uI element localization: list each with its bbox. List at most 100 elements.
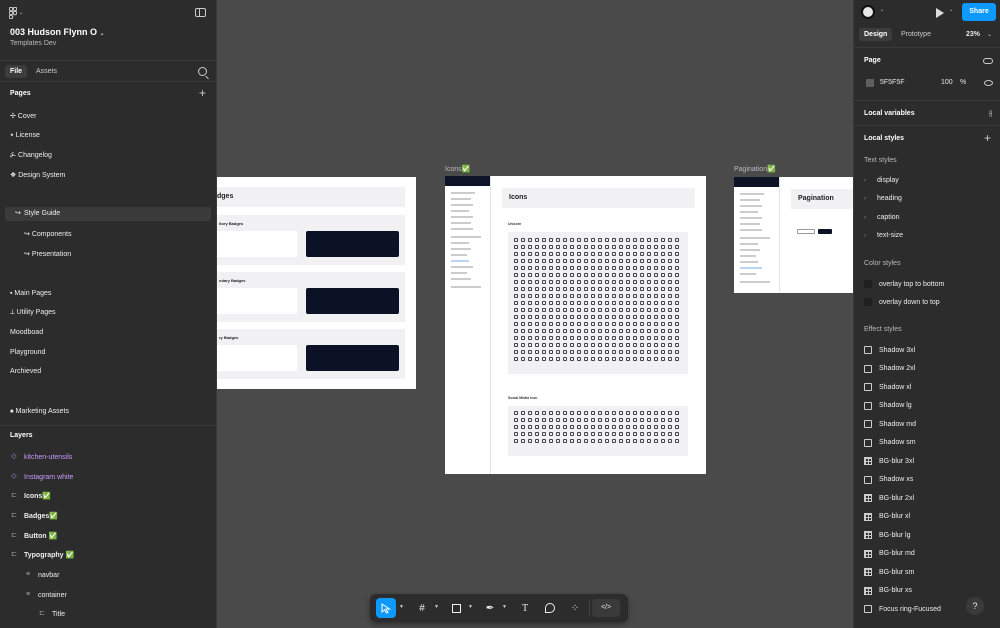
dev-mode-toggle[interactable]: </> — [592, 599, 620, 617]
frame-pagination-label[interactable]: Pagination✅ — [734, 165, 776, 173]
style-item[interactable]: Shadow sm — [864, 438, 916, 447]
layer-item[interactable]: ◇ kitchen-utensils — [10, 453, 72, 461]
page-color-hex[interactable]: 5F5F5F — [880, 79, 905, 86]
style-item[interactable]: Shadow 3xl — [864, 346, 915, 354]
tab-prototype[interactable]: Prototype — [896, 28, 936, 41]
add-style-icon[interactable]: + — [984, 131, 991, 145]
add-page-icon[interactable]: + — [199, 87, 206, 99]
icon-glyph — [514, 439, 518, 443]
icon-glyph — [633, 439, 637, 443]
page-item-archieved[interactable]: Archieved — [10, 368, 41, 375]
style-item[interactable]: BG-blur xl — [864, 512, 910, 521]
style-item[interactable]: › display — [864, 177, 899, 184]
page-opacity[interactable]: 100 — [941, 79, 953, 86]
layer-item[interactable]: ⊏ Typography ✅ — [10, 551, 74, 559]
chevron-down-icon[interactable]: ⌄ — [987, 31, 992, 38]
page-item-main-pages[interactable]: ▪ Main Pages — [10, 290, 51, 297]
page-item-components[interactable]: ↪ Components — [24, 230, 72, 238]
local-variables-section[interactable]: Local variables ⫲ — [854, 100, 1000, 125]
style-item[interactable]: › caption — [864, 214, 900, 221]
page-item-playground[interactable]: Playground — [10, 349, 45, 356]
style-item[interactable]: Shadow xs — [864, 475, 913, 484]
figma-menu-button[interactable]: ⌄ — [9, 7, 27, 19]
page-item-license[interactable]: ⭑ License — [10, 132, 40, 140]
icon-glyph — [654, 350, 658, 354]
chevron-down-icon[interactable]: ▼ — [468, 604, 473, 610]
page-item-design-system[interactable]: ❖ Design System — [10, 171, 65, 179]
share-button[interactable]: Share — [962, 3, 996, 21]
actions-button[interactable]: ⁘ — [565, 598, 585, 618]
file-name[interactable]: 003 Hudson Flynn O ⌄ — [10, 27, 105, 37]
frame-icons[interactable]: Icons Unicorn Social Media Icon — [445, 176, 706, 474]
avatar[interactable] — [861, 5, 875, 19]
style-label: Shadow md — [879, 420, 916, 428]
chevron-down-icon[interactable]: ⌄ — [949, 7, 953, 13]
layer-item[interactable]: ◇ Instagram white — [10, 473, 73, 481]
move-tool-button[interactable] — [376, 598, 396, 618]
style-item[interactable]: Shadow md — [864, 420, 916, 428]
project-name[interactable]: Templates Dev — [10, 40, 56, 47]
tab-assets[interactable]: Assets — [31, 65, 62, 78]
chevron-down-icon[interactable]: ▼ — [502, 604, 507, 610]
chevron-down-icon[interactable]: ⌄ — [880, 7, 884, 13]
icon-glyph — [591, 432, 595, 436]
icon-glyph — [542, 418, 546, 422]
style-item[interactable]: BG-blur xs — [864, 586, 912, 595]
page-item-style-guide[interactable]: ↪ Style Guide — [5, 207, 211, 221]
layer-item[interactable]: ⊏ Badges✅ — [10, 512, 58, 520]
icons-title: Icons — [509, 194, 528, 201]
icon-glyph — [535, 343, 539, 347]
page-color-swatch[interactable] — [866, 79, 874, 87]
variables-adjust-icon[interactable]: ⫲ — [989, 108, 992, 119]
shape-tool-button[interactable] — [446, 598, 466, 618]
toggle-panel-icon[interactable] — [195, 8, 206, 17]
page-item-changelog[interactable]: ⍼ Changelog — [10, 152, 52, 160]
page-item-moodboad[interactable]: Moodboad — [10, 329, 43, 336]
style-item[interactable]: overlay down to top — [864, 298, 940, 306]
frame-pagination[interactable]: Pagination — [734, 177, 853, 293]
layer-item[interactable]: ≡ navbar — [24, 571, 59, 579]
icon-glyph — [633, 315, 637, 319]
layer-item[interactable]: ⊏ Title — [38, 610, 65, 618]
style-item[interactable]: BG-blur 3xl — [864, 457, 914, 465]
style-item[interactable]: BG-blur 2xl — [864, 494, 914, 502]
text-tool-button[interactable]: T — [515, 598, 535, 618]
help-button[interactable]: ? — [966, 597, 984, 615]
style-item[interactable]: › heading — [864, 195, 902, 202]
chevron-down-icon[interactable]: ▼ — [434, 604, 439, 610]
icon-grid-cells — [514, 238, 682, 361]
tab-file[interactable]: File — [5, 65, 28, 78]
style-item[interactable]: overlay top to bottom — [864, 280, 944, 288]
visibility-toggle-icon[interactable] — [983, 58, 993, 64]
frame-icons-label[interactable]: Icons✅ — [445, 165, 470, 173]
style-item[interactable]: Shadow xl — [864, 383, 911, 391]
pen-tool-button[interactable]: ✒ — [480, 598, 500, 618]
tab-design[interactable]: Design — [859, 28, 893, 41]
icon-glyph — [563, 418, 567, 422]
chevron-down-icon[interactable]: ▼ — [399, 604, 404, 610]
style-item[interactable]: BG-blur md — [864, 549, 915, 558]
style-item[interactable]: BG-blur sm — [864, 568, 914, 576]
icon-glyph — [521, 350, 525, 354]
icon-glyph — [535, 294, 539, 298]
style-item[interactable]: › text-size — [864, 232, 903, 239]
style-item[interactable]: BG-blur lg — [864, 531, 911, 539]
zoom-level[interactable]: 23% — [966, 31, 980, 38]
page-item-utility-pages[interactable]: ⟂ Utility Pages — [10, 309, 56, 317]
style-item[interactable]: Focus ring-Fucused — [864, 605, 941, 613]
layer-item[interactable]: ⊏ Button ✅ — [10, 532, 57, 540]
style-item[interactable]: Shadow 2xl — [864, 364, 915, 373]
layer-item[interactable]: ⊏ Icons✅ — [10, 492, 51, 500]
page-item-presentation[interactable]: ↪ Presentation — [24, 250, 71, 258]
frame-tool-button[interactable]: # — [412, 598, 432, 618]
search-icon[interactable] — [198, 67, 207, 76]
frame-badges[interactable]: dges itory Badges ndary Badges ry Badges — [217, 177, 416, 389]
comment-tool-button[interactable] — [540, 598, 560, 618]
style-item[interactable]: Shadow lg — [864, 401, 912, 410]
present-play-icon[interactable] — [936, 8, 944, 18]
eye-icon[interactable] — [984, 80, 993, 86]
page-item-marketing-assets[interactable]: ♠ Marketing Assets — [10, 408, 69, 415]
layer-item[interactable]: ≡ container — [24, 591, 67, 599]
page-item-cover[interactable]: ✢ Cover — [10, 112, 36, 120]
icon-glyph — [626, 329, 630, 333]
